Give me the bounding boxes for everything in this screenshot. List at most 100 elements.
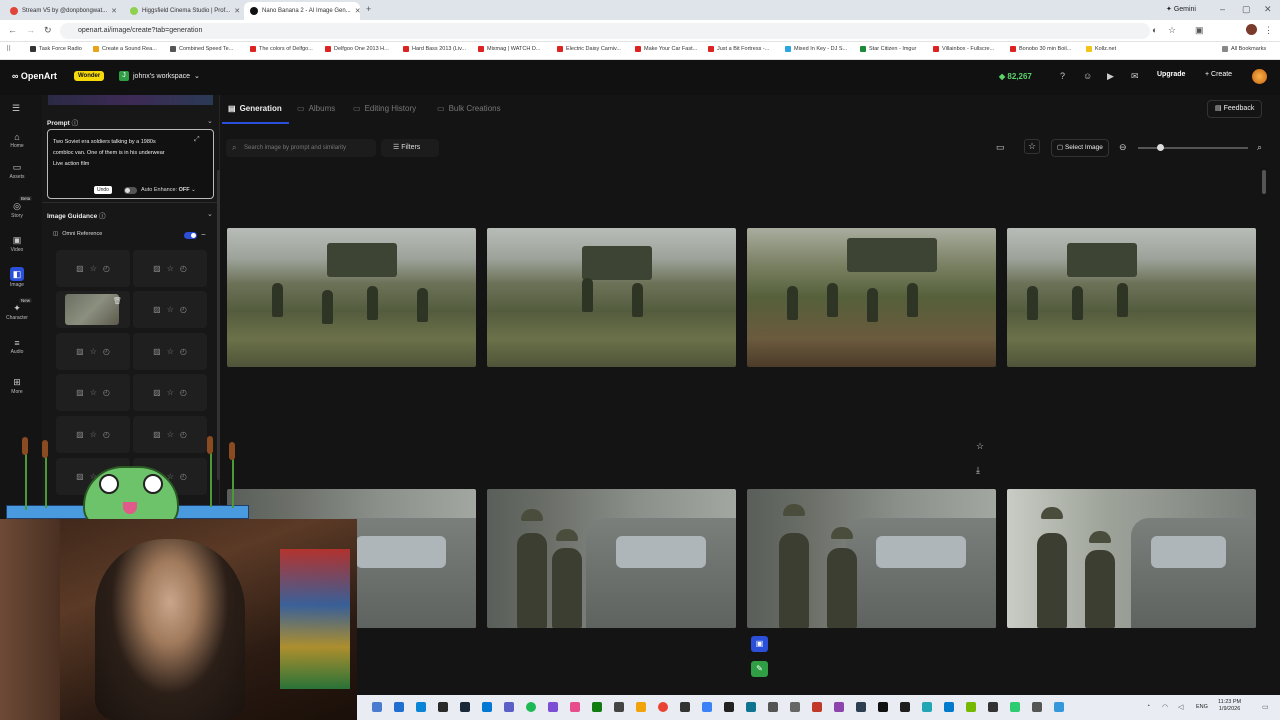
chevron-down-icon[interactable]: ⌄ <box>207 117 213 125</box>
menu-icon[interactable]: ☰ <box>12 103 20 114</box>
taskbar-app-icon[interactable] <box>394 702 404 712</box>
taskbar-app-icon[interactable] <box>922 702 932 712</box>
favorites-star-icon[interactable]: ☆ <box>1024 139 1041 154</box>
generated-image[interactable] <box>747 489 996 628</box>
collapse-icon[interactable]: − <box>201 230 206 239</box>
reference-slot[interactable]: ▨ ☆ ◴ <box>133 250 207 287</box>
browser-tab-3[interactable]: Nano Banana 2 - AI Image Gen... ✕ <box>244 2 360 20</box>
taskbar-app-icon[interactable] <box>548 702 558 712</box>
filters-button[interactable]: ☰ Filters <box>381 139 439 157</box>
taskbar-app-icon[interactable] <box>460 702 470 712</box>
reference-slot[interactable]: ▨ ☆ ◴ <box>133 416 207 453</box>
bookmark-item[interactable]: Task Force Radio <box>30 46 82 52</box>
extensions-puzzle-icon[interactable]: ▣ <box>1195 25 1204 36</box>
zoom-slider[interactable] <box>1138 147 1248 149</box>
network-icon[interactable]: ◔ <box>1146 703 1150 710</box>
model-banner[interactable] <box>48 95 213 105</box>
youtube-icon[interactable]: ▶ <box>1107 71 1114 82</box>
undo-button[interactable]: Undo <box>94 186 112 194</box>
bookmark-item[interactable]: Create a Sound Rea... <box>93 46 157 52</box>
zoom-in-icon[interactable]: ⌕ <box>1257 142 1262 153</box>
bookmark-star-icon[interactable]: ☆ <box>1168 25 1176 36</box>
close-window-icon[interactable]: ✕ <box>1264 4 1272 15</box>
volume-icon[interactable]: ◁ <box>1178 703 1183 711</box>
create-button[interactable]: + Create <box>1205 71 1232 78</box>
omni-reference-toggle[interactable] <box>184 232 197 239</box>
rail-item-home[interactable]: ⌂ Home <box>0 132 34 149</box>
reference-slot[interactable]: ▨ ☆ ◴ <box>133 333 207 370</box>
video-action-button[interactable]: ▣ <box>751 636 768 652</box>
reference-slot[interactable]: ▨ ☆ ◴ <box>56 374 130 411</box>
taskbar-app-icon[interactable] <box>658 702 668 712</box>
generated-image[interactable] <box>227 228 476 367</box>
rail-item-assets[interactable]: ▭ Assets <box>0 162 34 180</box>
bookmark-item[interactable]: Delfgoo One 2013 H... <box>325 46 389 52</box>
auto-enhance-toggle[interactable] <box>124 187 137 194</box>
tab-albums[interactable]: ▭ Albums <box>297 104 335 113</box>
generated-image[interactable] <box>1007 489 1256 628</box>
taskbar-app-icon[interactable] <box>570 702 580 712</box>
layout-icon[interactable]: ▭ <box>996 142 1005 153</box>
rail-item-character[interactable]: ✦ Character <box>0 303 34 321</box>
bookmark-item[interactable]: Star Citizen - Imgur <box>860 46 916 52</box>
rail-item-story[interactable]: ◎ Story <box>0 201 34 219</box>
taskbar-app-icon[interactable] <box>790 702 800 712</box>
taskbar-app-icon[interactable] <box>900 702 910 712</box>
close-tab-icon[interactable]: ✕ <box>355 7 360 15</box>
taskbar-app-icon[interactable] <box>988 702 998 712</box>
new-tab-icon[interactable]: + <box>366 4 371 14</box>
maximize-icon[interactable]: ▢ <box>1242 4 1251 15</box>
rail-item-audio[interactable]: ≡ Audio <box>0 338 34 355</box>
taskbar-app-icon[interactable] <box>1010 702 1020 712</box>
bookmark-item[interactable]: Villainbox - Fullscre... <box>933 46 994 52</box>
gemini-button[interactable]: ✦ Gemini <box>1166 5 1196 13</box>
close-tab-icon[interactable]: ✕ <box>234 7 240 15</box>
bookmark-item[interactable]: Make Your Car Fast... <box>635 46 697 52</box>
taskbar-app-icon[interactable] <box>372 702 382 712</box>
taskbar-app-icon[interactable] <box>504 702 514 712</box>
rail-item-more[interactable]: ⊞ More <box>0 377 34 395</box>
reference-slot[interactable]: ▨ ☆ ◴ <box>133 291 207 328</box>
expand-icon[interactable]: ⤢ <box>194 136 200 144</box>
bookmark-item[interactable]: Just a Bit Fortress -... <box>708 46 769 52</box>
bookmark-item[interactable]: Kollz.net <box>1086 46 1116 52</box>
taskbar-app-icon[interactable] <box>878 702 888 712</box>
taskbar-app-icon[interactable] <box>966 702 976 712</box>
bookmark-item[interactable]: Bonobo 30 min Boil... <box>1010 46 1071 52</box>
feedback-button[interactable]: ▤ Feedback <box>1207 100 1263 118</box>
openart-logo[interactable]: ∞ OpenArt <box>12 71 57 81</box>
rail-item-video[interactable]: ▣ Video <box>0 235 34 253</box>
taskbar-app-icon[interactable] <box>746 702 756 712</box>
taskbar-app-icon[interactable] <box>812 702 822 712</box>
taskbar-app-icon[interactable] <box>482 702 492 712</box>
main-scrollbar-thumb[interactable] <box>1262 170 1266 194</box>
reference-slot[interactable]: ▨ ☆ ◴ <box>56 416 130 453</box>
bookmark-item[interactable]: The colors of Delfgo... <box>250 46 313 52</box>
workspace-switcher[interactable]: J johnx's workspace ⌄ <box>119 71 200 81</box>
image-search-input[interactable]: Search image by prompt and similarity <box>226 139 376 157</box>
discord-icon[interactable]: ☺ <box>1083 71 1092 81</box>
tab-generation[interactable]: ▤ Generation <box>228 104 282 113</box>
generated-image[interactable] <box>487 228 736 367</box>
apps-grid-icon[interactable]: ⠿ <box>6 45 11 53</box>
taskbar-app-icon[interactable] <box>1032 702 1042 712</box>
taskbar-app-icon[interactable] <box>768 702 778 712</box>
auto-enhance-label[interactable]: Auto Enhance: OFF ⌄ <box>141 187 196 193</box>
bookmark-item[interactable]: Electric Daisy Carniv... <box>557 46 621 52</box>
generated-image[interactable] <box>1007 228 1256 367</box>
taskbar-app-icon[interactable] <box>438 702 448 712</box>
select-image-button[interactable]: ▢ Select Image <box>1051 139 1109 157</box>
taskbar-app-icon[interactable] <box>526 702 536 712</box>
reload-icon[interactable]: ↻ <box>44 25 52 36</box>
zoom-out-icon[interactable]: ⊖ <box>1119 142 1127 153</box>
rail-item-image[interactable]: ◧ Image <box>0 267 34 288</box>
credits-balance[interactable]: ◆ 82,267 <box>999 72 1032 81</box>
forward-icon[interactable]: → <box>26 25 35 35</box>
generated-image[interactable] <box>487 489 736 628</box>
chevron-down-icon[interactable]: ⌄ <box>207 210 213 218</box>
browser-tab-1[interactable]: Stream V5 by @donpbongwat... ✕ <box>4 2 122 20</box>
panel-scrollbar[interactable] <box>217 170 220 480</box>
extension-icon[interactable]: ◐ <box>1152 25 1157 35</box>
trash-icon[interactable]: 🗑 <box>113 297 122 305</box>
upgrade-button[interactable]: Upgrade <box>1157 71 1185 78</box>
